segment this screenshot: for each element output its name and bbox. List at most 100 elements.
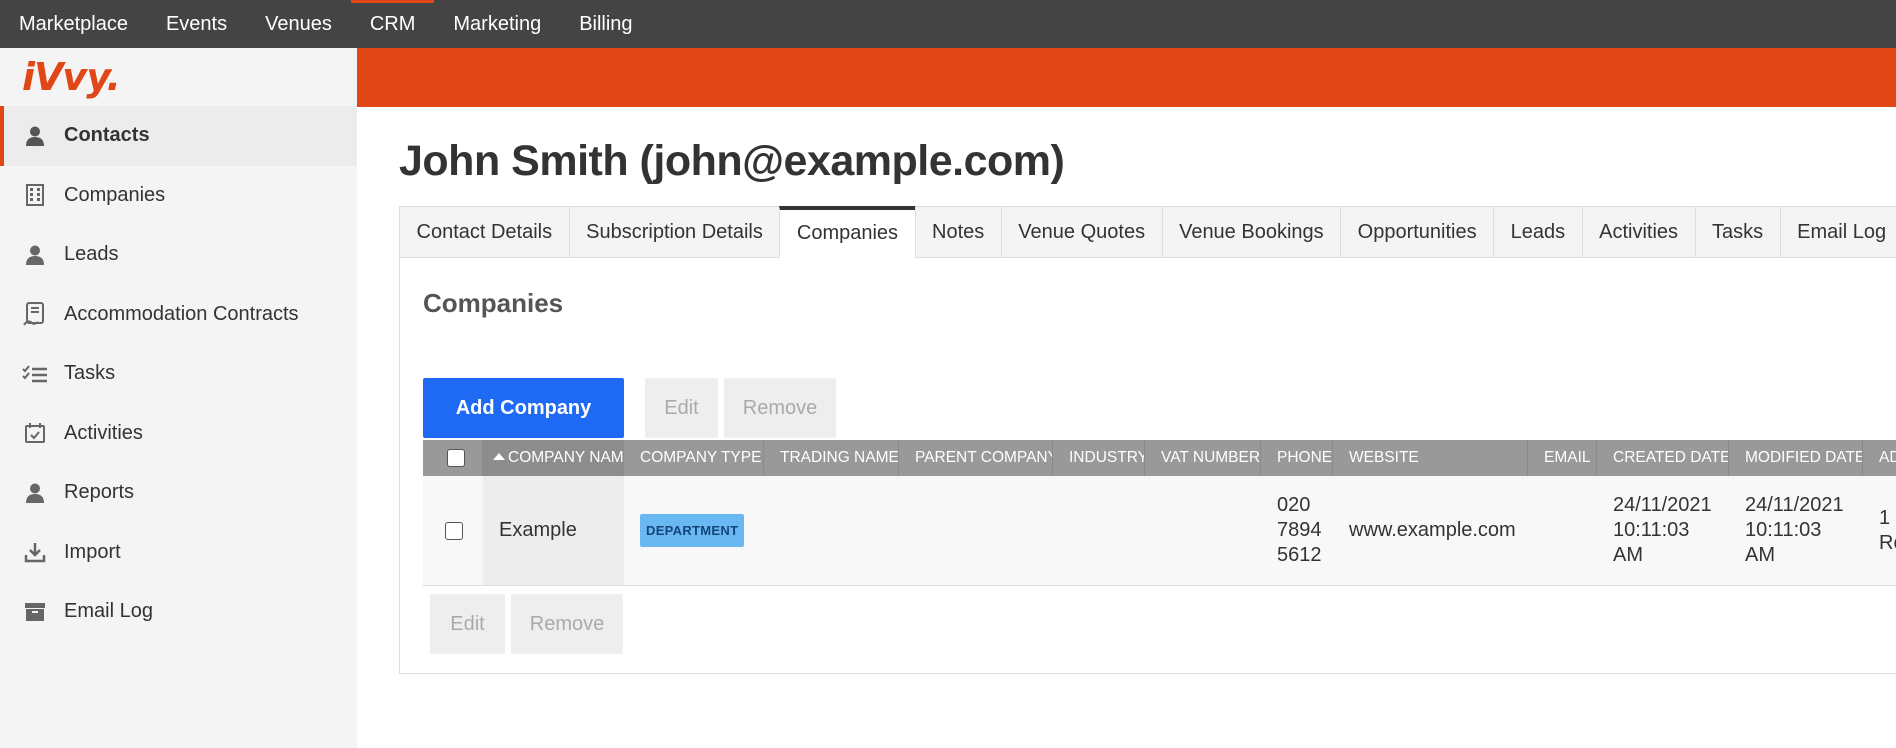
tab-email-log[interactable]: Email Log xyxy=(1779,206,1896,258)
row-checkbox[interactable] xyxy=(445,521,463,540)
sidebar-item-label: Reports xyxy=(64,481,135,504)
phone-line: 5612 xyxy=(1277,544,1322,566)
phone-line: 7894 xyxy=(1277,519,1322,541)
address-line: Ro xyxy=(1879,531,1896,554)
tab-bar: Contact Details Subscription Details Com… xyxy=(399,206,1896,258)
column-header-modified-date[interactable]: MODIFIED DATE xyxy=(1729,440,1863,476)
company-type-badge: DEPARTMENT xyxy=(640,514,745,547)
add-company-button[interactable]: Add Company xyxy=(423,378,624,438)
row-select-cell xyxy=(423,476,483,585)
page-title: John Smith (john@example.com) xyxy=(399,137,1065,185)
phone-line: 020 xyxy=(1277,494,1311,516)
created-date-line: 24/11/2021 xyxy=(1613,494,1712,516)
sidebar-item-label: Activities xyxy=(64,421,143,444)
tab-leads[interactable]: Leads xyxy=(1493,206,1582,258)
building-icon xyxy=(22,182,48,208)
sidebar-item-contacts[interactable]: Contacts xyxy=(0,106,357,166)
tab-venue-bookings[interactable]: Venue Bookings xyxy=(1161,206,1341,258)
tab-tasks[interactable]: Tasks xyxy=(1694,206,1780,258)
sidebar-item-import[interactable]: Import xyxy=(0,523,357,583)
column-header-company-type[interactable]: COMPANY TYPE xyxy=(624,440,764,476)
sidebar-item-label: Email Log xyxy=(64,600,153,623)
section-title: Companies xyxy=(423,288,564,318)
cell-address: 1 I Ro xyxy=(1863,476,1896,585)
sidebar-item-reports[interactable]: Reports xyxy=(0,463,357,523)
select-all-checkbox[interactable] xyxy=(447,449,465,467)
tab-contact-details[interactable]: Contact Details xyxy=(399,206,569,258)
created-date-line: 10:11:03 xyxy=(1613,519,1690,541)
modified-date-line: 10:11:03 xyxy=(1745,519,1822,541)
sidebar-item-activities[interactable]: Activities xyxy=(0,404,357,464)
edit-button-top[interactable]: Edit xyxy=(645,378,718,438)
cell-company-type: DEPARTMENT xyxy=(624,476,764,585)
column-header-email[interactable]: EMAIL xyxy=(1528,440,1597,476)
sidebar-item-tasks[interactable]: Tasks xyxy=(0,344,357,404)
checklist-icon xyxy=(22,361,48,387)
tab-activities[interactable]: Activities xyxy=(1581,206,1695,258)
cell-email xyxy=(1528,476,1597,585)
select-all-cell xyxy=(423,440,483,476)
edit-button-bottom[interactable]: Edit xyxy=(430,594,505,654)
column-header-industry[interactable]: INDUSTRY xyxy=(1053,440,1145,476)
sort-ascending-icon xyxy=(493,453,505,460)
nav-venues[interactable]: Venues xyxy=(246,0,351,48)
column-header-address[interactable]: AD xyxy=(1863,440,1896,476)
column-header-vat-number[interactable]: VAT NUMBER xyxy=(1145,440,1261,476)
cell-modified-date: 24/11/2021 10:11:03 AM xyxy=(1729,476,1863,585)
sidebar-item-label: Companies xyxy=(64,183,166,206)
cell-parent-company xyxy=(899,476,1053,585)
nav-billing[interactable]: Billing xyxy=(560,0,651,48)
companies-panel: Companies Add Company Edit Remove COMPAN… xyxy=(399,258,1896,674)
sidebar-item-label: Tasks xyxy=(64,362,116,385)
sidebar-item-leads[interactable]: Leads xyxy=(0,225,357,285)
remove-button-bottom[interactable]: Remove xyxy=(511,594,623,654)
column-header-trading-name[interactable]: TRADING NAME xyxy=(764,440,899,476)
modified-date-line: AM xyxy=(1745,544,1775,566)
cell-vat-number xyxy=(1145,476,1261,585)
cell-company-name[interactable]: Example xyxy=(483,476,624,585)
cell-industry xyxy=(1053,476,1145,585)
nav-events[interactable]: Events xyxy=(147,0,246,48)
cell-website: www.example.com xyxy=(1349,519,1516,541)
main-content: John Smith (john@example.com) Contact De… xyxy=(399,107,1896,748)
sidebar-item-label: Leads xyxy=(64,243,119,266)
column-header-parent-company[interactable]: PARENT COMPANY xyxy=(899,440,1053,476)
logo-text: iVvy. xyxy=(22,55,121,99)
top-nav: Marketplace Events Venues CRM Marketing … xyxy=(0,0,1896,48)
archive-icon xyxy=(22,599,48,625)
tab-venue-quotes[interactable]: Venue Quotes xyxy=(1000,206,1162,258)
nav-marketplace[interactable]: Marketplace xyxy=(0,0,147,48)
cell-created-date: 24/11/2021 10:11:03 AM xyxy=(1597,476,1729,585)
modified-date-line: 24/11/2021 xyxy=(1745,494,1844,516)
tab-subscription-details[interactable]: Subscription Details xyxy=(568,206,780,258)
tab-opportunities[interactable]: Opportunities xyxy=(1340,206,1494,258)
nav-marketing[interactable]: Marketing xyxy=(434,0,560,48)
sidebar-item-label: Import xyxy=(64,540,121,563)
remove-button-top[interactable]: Remove xyxy=(724,378,836,438)
table-row[interactable]: Example DEPARTMENT 020 7894 5612 www.exa… xyxy=(423,476,1896,586)
person-icon xyxy=(22,123,48,149)
header-banner xyxy=(357,48,1896,107)
tab-notes[interactable]: Notes xyxy=(914,206,1001,258)
column-header-website[interactable]: WEBSITE xyxy=(1333,440,1528,476)
sidebar-item-email-log[interactable]: Email Log xyxy=(0,582,357,642)
contract-icon xyxy=(22,301,48,327)
calendar-check-icon xyxy=(22,420,48,446)
address-line: 1 I xyxy=(1879,506,1896,529)
logo[interactable]: iVvy. xyxy=(0,48,357,106)
cell-phone: 020 7894 5612 xyxy=(1261,476,1333,585)
column-header-phone[interactable]: PHONE xyxy=(1261,440,1333,476)
sidebar-item-companies[interactable]: Companies xyxy=(0,166,357,226)
person-icon xyxy=(22,242,48,268)
nav-crm[interactable]: CRM xyxy=(350,0,435,48)
tab-companies[interactable]: Companies xyxy=(779,206,915,258)
sidebar: iVvy. Contacts Companies Leads Accommoda… xyxy=(0,48,357,748)
column-header-company-name[interactable]: COMPANY NAME xyxy=(483,440,624,476)
sidebar-item-accommodation-contracts[interactable]: Accommodation Contracts xyxy=(0,285,357,345)
person-icon xyxy=(22,480,48,506)
table-header: COMPANY NAME COMPANY TYPE TRADING NAME P… xyxy=(423,440,1896,476)
column-header-created-date[interactable]: CREATED DATE xyxy=(1597,440,1729,476)
sidebar-item-label: Accommodation Contracts xyxy=(64,302,299,325)
cell-trading-name xyxy=(764,476,899,585)
download-icon xyxy=(22,539,48,565)
